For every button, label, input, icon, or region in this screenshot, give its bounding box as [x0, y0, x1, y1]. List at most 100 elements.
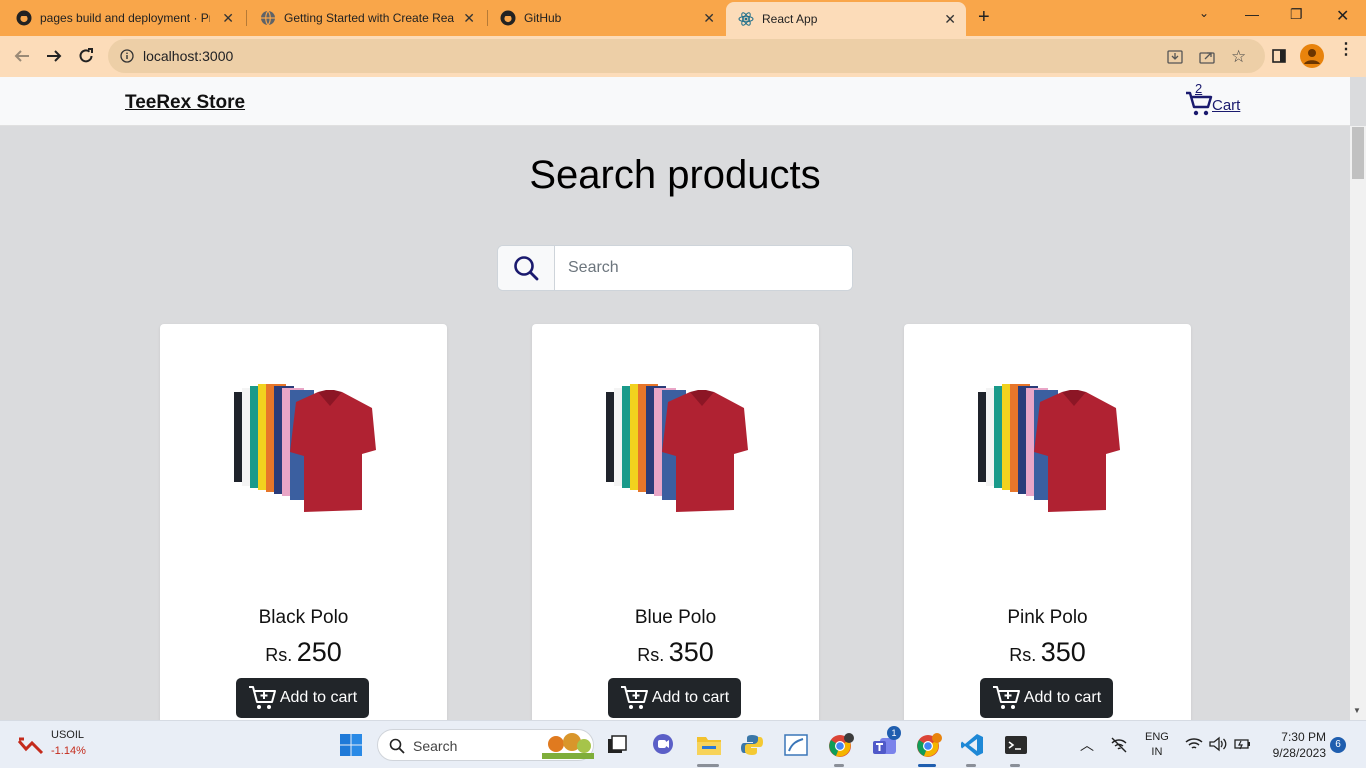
restore-icon[interactable]: ❐	[1290, 6, 1303, 23]
tab-github[interactable]: GitHub ✕	[488, 4, 725, 32]
python-icon[interactable]	[740, 733, 764, 757]
search-icon	[389, 738, 405, 754]
clock-date: 9/28/2023	[1272, 746, 1326, 760]
tab-title: pages build and deployment · Pr	[40, 11, 210, 25]
task-view-icon[interactable]	[605, 733, 629, 757]
page-viewport: TeeRex Store 2 Cart Search products Sear…	[0, 77, 1350, 720]
taskbar: USOIL -1.14% Search 1 ︿ ENG IN 7:30 PM 9…	[0, 720, 1366, 768]
share-icon[interactable]	[1199, 50, 1215, 69]
new-tab-icon[interactable]: +	[978, 6, 990, 29]
close-window-icon[interactable]: ✕	[1336, 6, 1349, 26]
add-to-cart-label: Add to cart	[651, 689, 730, 706]
tab-title: Getting Started with Create Reac	[284, 11, 454, 25]
file-explorer-icon[interactable]	[696, 733, 721, 757]
close-tab-icon[interactable]: ✕	[703, 10, 715, 27]
brand-link[interactable]: TeeRex Store	[125, 92, 245, 114]
browser-toolbar: localhost:3000 ☆ ⋮	[0, 36, 1366, 77]
scroll-down-arrow-icon[interactable]: ▼	[1353, 706, 1361, 715]
browser-menu-icon[interactable]: ⋮	[1338, 42, 1354, 58]
cart-label: Cart	[1212, 97, 1241, 114]
add-to-cart-button[interactable]: Add to cart	[980, 678, 1113, 718]
windows-start-icon[interactable]	[339, 733, 363, 757]
chrome-profile-icon[interactable]	[828, 733, 854, 757]
scrollbar-thumb[interactable]	[1352, 127, 1364, 179]
system-clock[interactable]: 7:30 PM 9/28/2023	[1262, 729, 1326, 761]
teams-icon[interactable]: 1	[872, 726, 901, 757]
product-name: Blue Polo	[634, 607, 717, 628]
product-name: Black Polo	[258, 607, 349, 628]
notification-badge[interactable]: 6	[1330, 737, 1346, 753]
tab-title: React App	[762, 12, 818, 26]
product-price: Rs. 250	[160, 637, 447, 668]
tab-search-chevron-icon[interactable]: ⌄	[1199, 6, 1209, 20]
bookmark-star-icon[interactable]: ☆	[1231, 47, 1246, 67]
add-cart-icon	[992, 686, 1020, 709]
search-button[interactable]	[498, 246, 555, 290]
add-to-cart-label: Add to cart	[279, 689, 358, 706]
product-price: Rs. 350	[904, 637, 1191, 668]
price-currency: Rs.	[637, 645, 665, 665]
price-amount: 350	[1040, 637, 1086, 667]
clock-time: 7:30 PM	[1281, 730, 1326, 744]
browser-tab-bar: pages build and deployment · Pr ✕ Gettin…	[0, 0, 1366, 36]
polo-shirts-image	[974, 372, 1120, 518]
active-indicator	[918, 764, 936, 767]
search-icon	[514, 256, 539, 281]
forward-icon[interactable]	[42, 44, 66, 68]
network-off-icon[interactable]	[1110, 737, 1128, 756]
show-hidden-icons-icon[interactable]: ︿	[1080, 735, 1094, 755]
search-highlight-autumn-icon	[542, 733, 594, 759]
price-currency: Rs.	[265, 645, 293, 665]
sql-workbench-icon[interactable]	[784, 733, 808, 757]
globe-icon	[260, 10, 276, 26]
reload-icon[interactable]	[74, 44, 98, 68]
region-label: IN	[1151, 746, 1163, 758]
close-tab-icon[interactable]: ✕	[463, 10, 475, 27]
site-info-icon[interactable]	[120, 49, 134, 68]
install-app-icon[interactable]	[1167, 50, 1183, 69]
stock-chart-icon	[18, 737, 44, 755]
taskbar-search[interactable]: Search	[377, 729, 594, 761]
running-indicator	[834, 764, 844, 767]
tab-getting-started[interactable]: Getting Started with Create Reac ✕	[248, 4, 485, 32]
chat-icon[interactable]	[651, 733, 675, 757]
github-icon	[16, 10, 32, 26]
page-scrollbar[interactable]	[1350, 126, 1366, 720]
teams-badge: 1	[887, 726, 901, 740]
cart-link[interactable]: 2 Cart	[1185, 81, 1255, 121]
back-icon[interactable]	[10, 44, 34, 68]
add-to-cart-button[interactable]: Add to cart	[608, 678, 741, 718]
battery-icon[interactable]	[1234, 737, 1252, 754]
input-language[interactable]: ENG IN	[1145, 730, 1169, 760]
profile-avatar-icon[interactable]	[1300, 44, 1324, 73]
product-card: Black Polo Rs. 250 Add to cart	[160, 324, 447, 720]
vscode-icon[interactable]	[960, 733, 984, 757]
tab-pages-build[interactable]: pages build and deployment · Pr ✕	[4, 4, 244, 32]
close-tab-icon[interactable]: ✕	[222, 10, 234, 27]
minimize-icon[interactable]: —	[1245, 6, 1259, 22]
tab-title: GitHub	[524, 11, 562, 25]
product-price: Rs. 350	[532, 637, 819, 668]
wifi-icon[interactable]	[1185, 737, 1203, 754]
product-card: Blue Polo Rs. 350 Add to cart	[532, 324, 819, 720]
running-indicator	[1010, 764, 1020, 767]
page-heading: Search products	[529, 153, 821, 197]
product-name: Pink Polo	[1007, 607, 1088, 628]
terminal-icon[interactable]	[1004, 733, 1028, 757]
add-to-cart-button[interactable]: Add to cart	[236, 678, 369, 718]
polo-shirts-image	[602, 372, 748, 518]
add-cart-icon	[620, 686, 648, 709]
tab-react-app[interactable]: React App ✕	[726, 2, 966, 36]
close-tab-icon[interactable]: ✕	[944, 11, 956, 28]
stock-name: USOIL	[51, 729, 85, 741]
search-input[interactable]	[556, 246, 852, 290]
price-currency: Rs.	[1009, 645, 1037, 665]
add-cart-icon	[248, 686, 276, 709]
app-navbar: TeeRex Store 2 Cart	[0, 77, 1350, 126]
tab-separator	[246, 10, 247, 26]
add-to-cart-label: Add to cart	[1023, 689, 1102, 706]
address-bar[interactable]: localhost:3000 ☆	[108, 39, 1265, 73]
volume-icon[interactable]	[1209, 736, 1227, 755]
side-panel-icon[interactable]	[1272, 49, 1286, 68]
chrome-active-icon[interactable]	[916, 733, 942, 757]
